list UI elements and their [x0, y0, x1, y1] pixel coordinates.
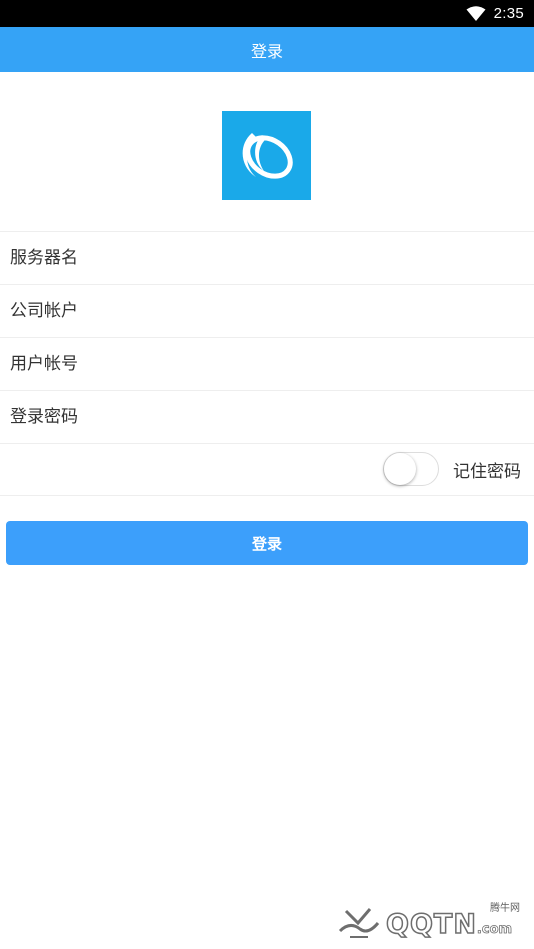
toggle-knob	[384, 453, 416, 485]
remember-row: 记住密码	[0, 443, 534, 496]
watermark: 腾牛网 QQTN.com	[328, 897, 528, 943]
server-name-input[interactable]	[10, 232, 510, 284]
wifi-icon	[466, 5, 486, 22]
login-button[interactable]: 登录	[6, 521, 528, 565]
company-row	[0, 284, 534, 337]
swirl-logo-icon	[242, 133, 293, 179]
page-title: 登录	[250, 41, 283, 61]
user-row	[0, 337, 534, 390]
status-bar: 2:35	[0, 0, 534, 27]
login-form: 记住密码	[0, 231, 534, 496]
company-account-input[interactable]	[10, 285, 510, 337]
user-account-input[interactable]	[10, 338, 510, 390]
watermark-brand: QQTN	[385, 908, 477, 941]
status-right: 2:35	[466, 0, 524, 27]
remember-password-toggle[interactable]	[383, 452, 439, 486]
title-bar: 登录	[0, 27, 534, 72]
password-row	[0, 390, 534, 443]
app-logo	[222, 111, 311, 200]
status-time: 2:35	[493, 5, 524, 22]
watermark-en: QQTN.com	[385, 908, 513, 941]
watermark-logo-icon	[336, 901, 382, 945]
password-input[interactable]	[10, 391, 510, 443]
watermark-suffix: .com	[476, 922, 513, 938]
remember-password-label: 记住密码	[453, 462, 521, 482]
server-row	[0, 231, 534, 284]
